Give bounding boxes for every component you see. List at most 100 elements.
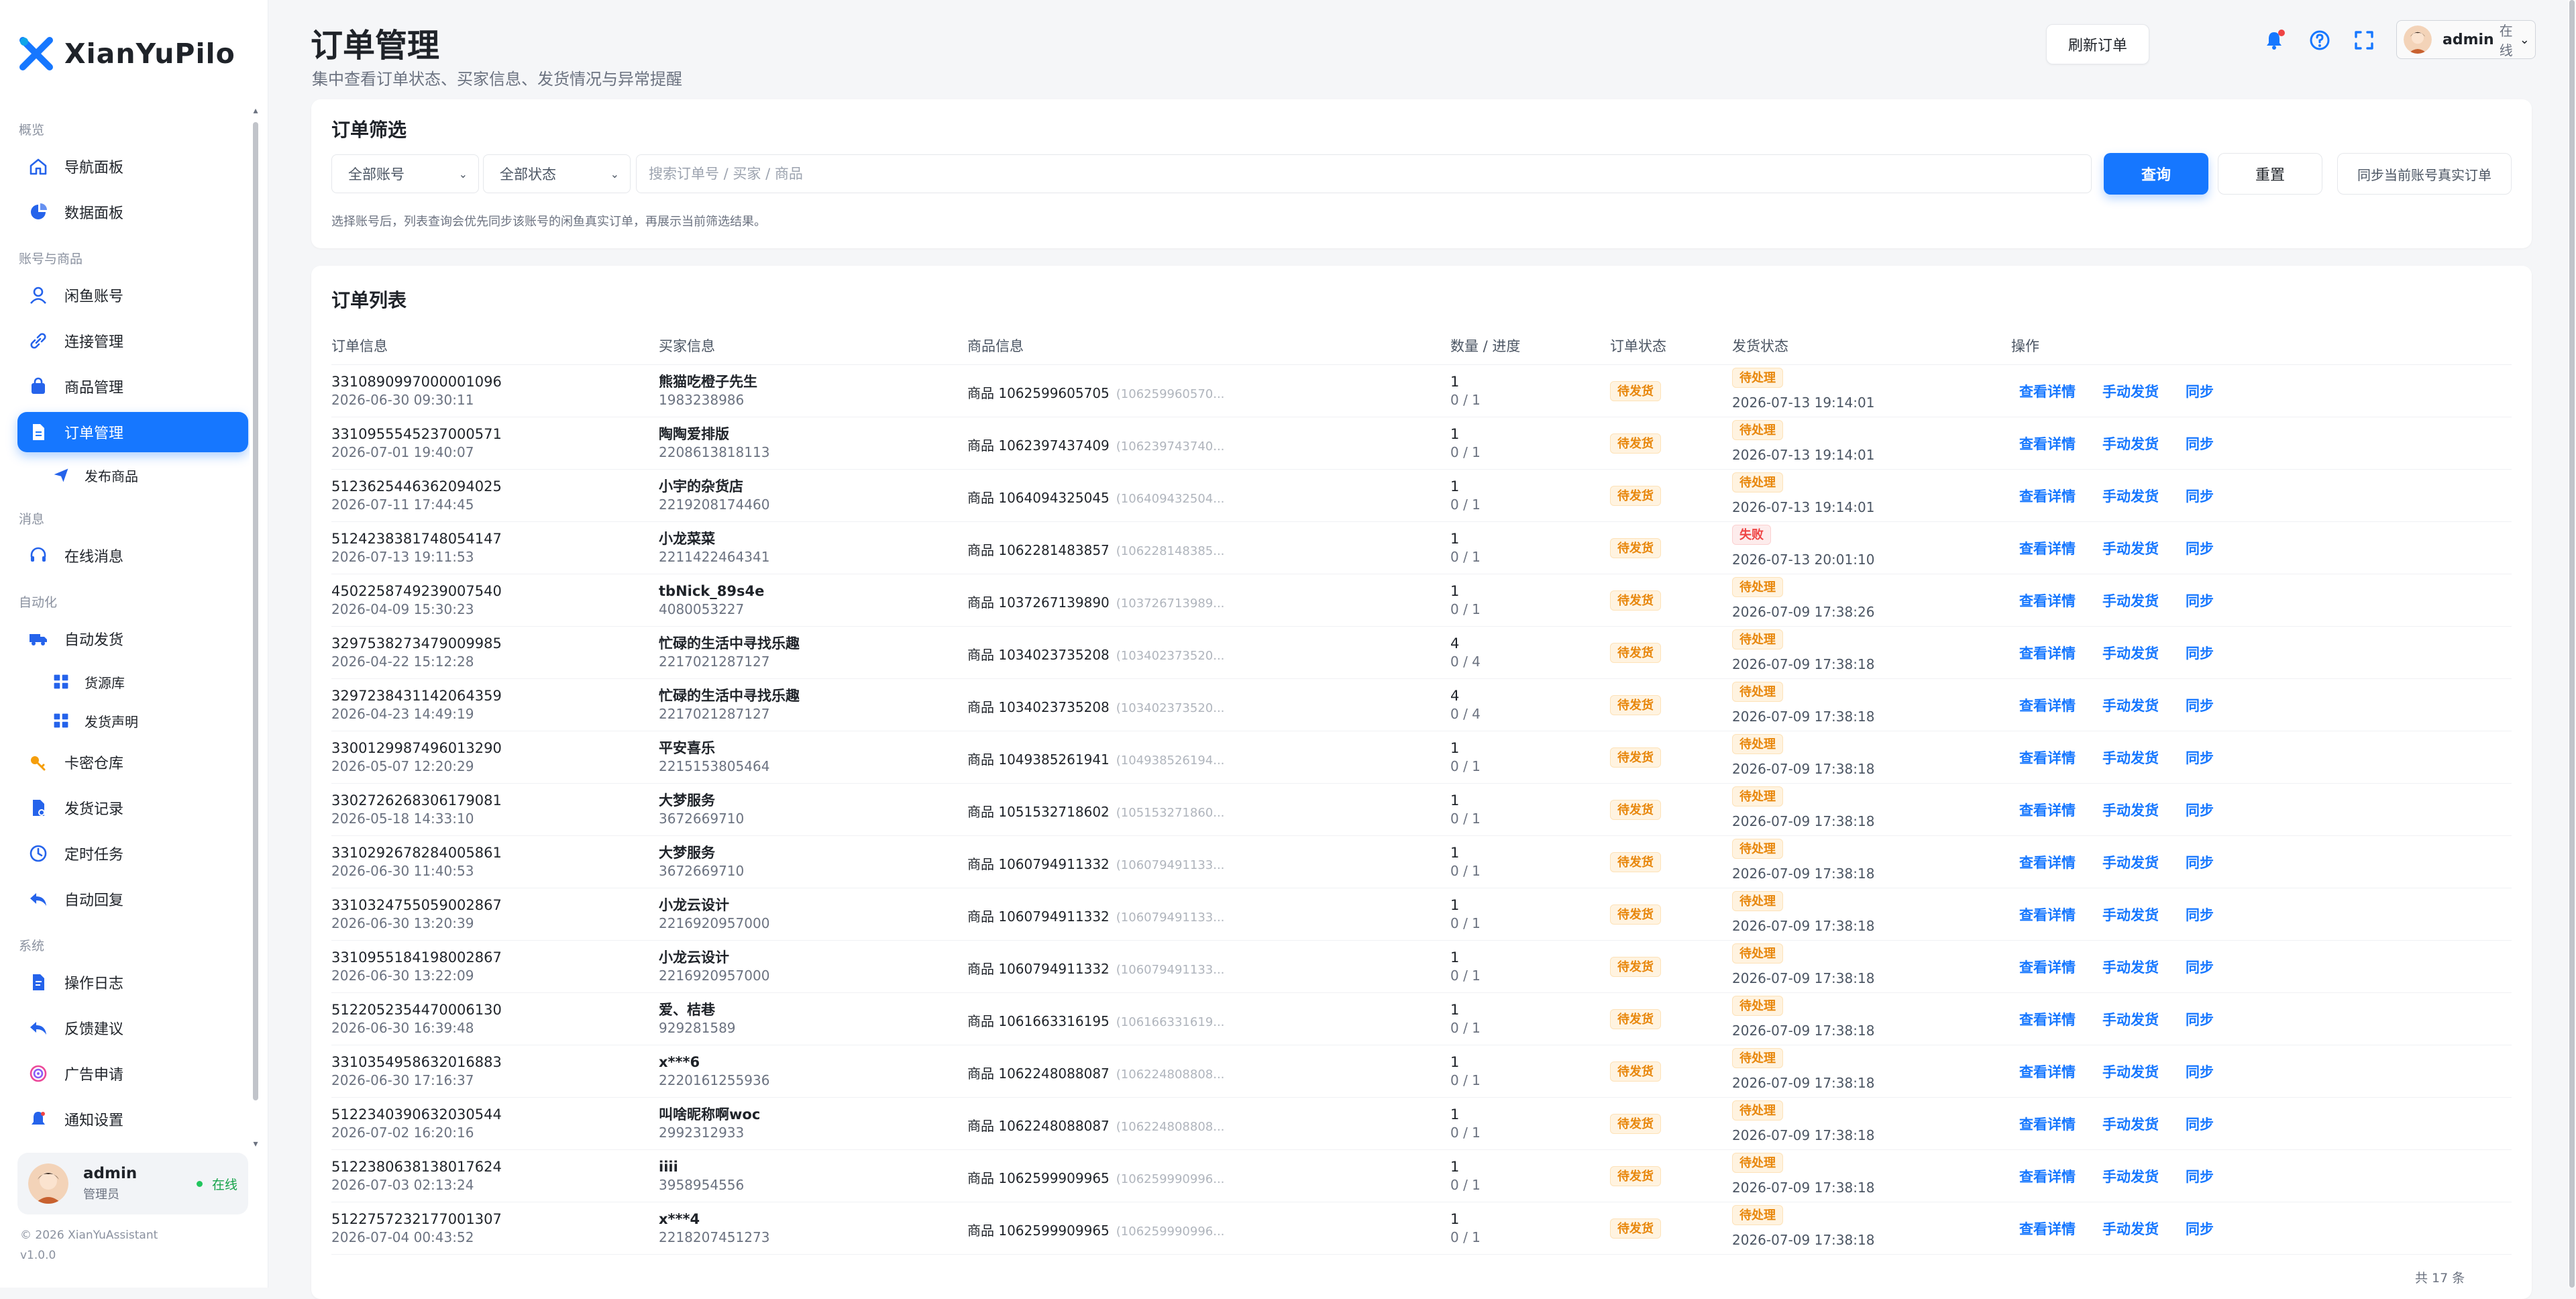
manual-ship-link[interactable]: 手动发货	[2102, 1166, 2159, 1186]
sync-link[interactable]: 同步	[2186, 1114, 2214, 1134]
sidebar-item[interactable]: 自动发货	[17, 619, 248, 659]
order-number[interactable]: 3310955184198002867	[331, 949, 502, 967]
view-detail-link[interactable]: 查看详情	[2019, 486, 2076, 506]
manual-ship-link[interactable]: 手动发货	[2102, 1061, 2159, 1082]
sidebar-item[interactable]: 反馈建议	[17, 1008, 248, 1048]
sync-link[interactable]: 同步	[2186, 747, 2214, 768]
view-detail-link[interactable]: 查看详情	[2019, 1009, 2076, 1029]
sidebar-item[interactable]: 卡密仓库	[17, 742, 248, 782]
view-detail-link[interactable]: 查看详情	[2019, 1166, 2076, 1186]
order-number[interactable]: 3310955545237000571	[331, 425, 502, 444]
page-scroll-thumb[interactable]	[2569, 0, 2575, 1288]
order-number[interactable]: 5122340390632030544	[331, 1106, 502, 1124]
sidebar-item[interactable]: 操作日志	[17, 962, 248, 1002]
bell-icon[interactable]	[2262, 28, 2286, 52]
sidebar-item[interactable]: 定时任务	[17, 833, 248, 874]
view-detail-link[interactable]: 查看详情	[2019, 1218, 2076, 1239]
view-detail-link[interactable]: 查看详情	[2019, 590, 2076, 611]
manual-ship-link[interactable]: 手动发货	[2102, 486, 2159, 506]
manual-ship-link[interactable]: 手动发货	[2102, 800, 2159, 820]
manual-ship-link[interactable]: 手动发货	[2102, 433, 2159, 454]
manual-ship-link[interactable]: 手动发货	[2102, 381, 2159, 401]
order-number[interactable]: 3297238431142064359	[331, 687, 502, 705]
order-number[interactable]: 3310292678284005861	[331, 844, 502, 862]
manual-ship-link[interactable]: 手动发货	[2102, 747, 2159, 768]
manual-ship-link[interactable]: 手动发货	[2102, 852, 2159, 872]
sidebar-item[interactable]: 闲鱼账号	[17, 275, 248, 315]
order-number[interactable]: 4502258749239007540	[331, 582, 502, 601]
sync-link[interactable]: 同步	[2186, 1061, 2214, 1082]
sync-link[interactable]: 同步	[2186, 1009, 2214, 1029]
sidebar-item[interactable]: 连接管理	[17, 321, 248, 361]
account-select[interactable]: 全部账号 ⌄	[331, 154, 479, 193]
sync-link[interactable]: 同步	[2186, 1218, 2214, 1239]
sidebar-item[interactable]: 货源库	[17, 664, 248, 699]
order-number[interactable]: 3297538273479009985	[331, 635, 502, 653]
order-number[interactable]: 3310890997000001096	[331, 373, 502, 391]
sidebar-item[interactable]: 广告申请	[17, 1053, 248, 1094]
manual-ship-link[interactable]: 手动发货	[2102, 590, 2159, 611]
view-detail-link[interactable]: 查看详情	[2019, 1061, 2076, 1082]
order-number[interactable]: 5123625446362094025	[331, 478, 502, 496]
manual-ship-link[interactable]: 手动发货	[2102, 957, 2159, 977]
scroll-down-icon[interactable]: ▾	[252, 1139, 259, 1149]
sync-link[interactable]: 同步	[2186, 904, 2214, 925]
view-detail-link[interactable]: 查看详情	[2019, 904, 2076, 925]
manual-ship-link[interactable]: 手动发货	[2102, 538, 2159, 558]
sync-link[interactable]: 同步	[2186, 800, 2214, 820]
view-detail-link[interactable]: 查看详情	[2019, 957, 2076, 977]
sidebar-item[interactable]: 通知设置	[17, 1099, 248, 1139]
view-detail-link[interactable]: 查看详情	[2019, 538, 2076, 558]
sync-link[interactable]: 同步	[2186, 695, 2214, 715]
manual-ship-link[interactable]: 手动发货	[2102, 904, 2159, 925]
scroll-up-icon[interactable]: ▴	[252, 106, 259, 115]
sidebar-item[interactable]: 在线消息	[17, 535, 248, 576]
sync-link[interactable]: 同步	[2186, 538, 2214, 558]
sidebar-item[interactable]: 数据面板	[17, 192, 248, 232]
order-number[interactable]: 3310324755059002867	[331, 896, 502, 915]
sidebar-item[interactable]: 商品管理	[17, 366, 248, 407]
sidebar-item[interactable]: 自动回复	[17, 879, 248, 919]
sync-link[interactable]: 同步	[2186, 957, 2214, 977]
view-detail-link[interactable]: 查看详情	[2019, 747, 2076, 768]
view-detail-link[interactable]: 查看详情	[2019, 643, 2076, 663]
manual-ship-link[interactable]: 手动发货	[2102, 695, 2159, 715]
status-select[interactable]: 全部状态 ⌄	[483, 154, 631, 193]
page-scrollbar[interactable]	[2568, 0, 2576, 1288]
refresh-orders-button[interactable]: 刷新订单	[2046, 24, 2149, 64]
sync-link[interactable]: 同步	[2186, 433, 2214, 454]
manual-ship-link[interactable]: 手动发货	[2102, 1114, 2159, 1134]
view-detail-link[interactable]: 查看详情	[2019, 381, 2076, 401]
sync-link[interactable]: 同步	[2186, 852, 2214, 872]
sidebar-item[interactable]: 订单管理	[17, 412, 248, 452]
app-logo[interactable]: XianYuPilo	[17, 32, 235, 75]
order-number[interactable]: 3310354958632016883	[331, 1053, 502, 1072]
view-detail-link[interactable]: 查看详情	[2019, 800, 2076, 820]
sidebar-item[interactable]: 导航面板	[17, 146, 248, 187]
order-number[interactable]: 5122380638138017624	[331, 1158, 502, 1176]
order-number[interactable]: 5122757232177001307	[331, 1210, 502, 1229]
sync-link[interactable]: 同步	[2186, 486, 2214, 506]
fullscreen-icon[interactable]	[2352, 28, 2376, 52]
sync-link[interactable]: 同步	[2186, 381, 2214, 401]
sync-orders-button[interactable]: 同步当前账号真实订单	[2337, 153, 2512, 195]
order-number[interactable]: 5122052354470006130	[331, 1001, 502, 1019]
order-number[interactable]: 5124238381748054147	[331, 530, 502, 548]
sidebar-scroll-thumb[interactable]	[253, 122, 258, 1100]
view-detail-link[interactable]: 查看详情	[2019, 1114, 2076, 1134]
order-search-input[interactable]	[636, 154, 2092, 193]
user-menu[interactable]: admin 在线 ⌄	[2396, 20, 2536, 59]
sidebar-user-card[interactable]: admin 管理员 在线	[17, 1153, 248, 1214]
manual-ship-link[interactable]: 手动发货	[2102, 643, 2159, 663]
help-icon[interactable]	[2308, 28, 2332, 52]
manual-ship-link[interactable]: 手动发货	[2102, 1218, 2159, 1239]
sync-link[interactable]: 同步	[2186, 1166, 2214, 1186]
sidebar-item[interactable]: 发货记录	[17, 788, 248, 828]
view-detail-link[interactable]: 查看详情	[2019, 852, 2076, 872]
order-number[interactable]: 3302726268306179081	[331, 792, 502, 810]
sync-link[interactable]: 同步	[2186, 643, 2214, 663]
query-button[interactable]: 查询	[2104, 153, 2208, 195]
sidebar-scrollbar[interactable]: ▴ ▾	[252, 106, 259, 1151]
order-number[interactable]: 3300129987496013290	[331, 739, 502, 758]
sidebar-item[interactable]: 发布商品	[17, 458, 248, 492]
